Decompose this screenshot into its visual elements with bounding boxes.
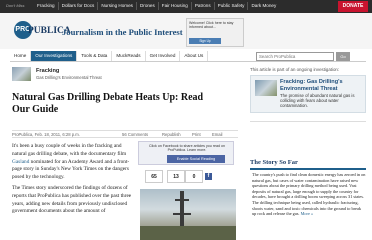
byline: ProPublica, Feb. 18, 2011, 6:28 p.m. — [12, 132, 80, 137]
treeline-shape — [140, 226, 236, 240]
dont-miss-label: Don't Miss — [6, 3, 25, 8]
top-bar: Don't Miss Fracking Dollars for Docs Nur… — [0, 0, 372, 13]
article-meta: ProPublica, Feb. 18, 2011, 6:28 p.m. 56 … — [12, 130, 238, 138]
tab-home[interactable]: Home — [10, 51, 32, 61]
tagline: Journalism in the Public Interest — [62, 27, 183, 37]
series-thumbnail — [12, 67, 31, 81]
comments-link[interactable]: 56 Comments — [122, 132, 148, 137]
share-count-3[interactable]: 0 — [185, 170, 203, 183]
story-so-far-heading: The Story So Far — [250, 159, 298, 166]
share-count-2[interactable]: 13 — [167, 170, 185, 183]
top-link-drones[interactable]: Drones — [135, 2, 158, 10]
tab-tools-data[interactable]: Tools & Data — [77, 51, 113, 61]
article-body: It's been a busy couple of weeks in the … — [12, 143, 134, 219]
tab-about-us[interactable]: About Us — [180, 51, 209, 61]
facebook-social-box: Click on Facebook to share articles you … — [138, 141, 234, 165]
story-more-link[interactable]: More » — [301, 211, 314, 216]
story-so-far-body: The country's push to find clean domesti… — [252, 172, 366, 217]
series-subtitle: Gas Drilling's Environmental Threat — [36, 75, 102, 80]
series-name[interactable]: Fracking — [36, 68, 59, 74]
facebook-box-text: Click on Facebook to share articles you … — [149, 144, 225, 153]
ad-text: Welcome! Click here to stay informed abo… — [189, 21, 234, 30]
gasland-link[interactable]: Gasland — [12, 159, 29, 165]
republish-link[interactable]: Republish — [162, 132, 181, 137]
tab-get-involved[interactable]: Get Involved — [146, 51, 181, 61]
series-promo-description: The promise of abundant natural gas is c… — [280, 93, 355, 109]
top-link-fracking[interactable]: Fracking — [34, 2, 58, 10]
facebook-icon[interactable]: f — [205, 173, 212, 180]
series-promo[interactable]: Fracking: Gas Drilling's Environmental T… — [250, 75, 366, 113]
paragraph-1-text-b: nominated for an Academy Award and a fro… — [12, 158, 130, 181]
article-headline: Natural Gas Drilling Debate Heats Up: Re… — [12, 92, 204, 115]
series-promo-thumbnail — [255, 80, 277, 96]
drilling-rig-crossbar-top — [175, 199, 189, 201]
investigation-header: This article is part of an ongoing inves… — [250, 67, 340, 72]
masthead: PRO PUBLICA Journalism in the Public Int… — [0, 13, 372, 49]
story-so-far-rule — [250, 168, 366, 170]
article-photo — [140, 189, 236, 240]
divider — [250, 121, 366, 122]
top-links: Fracking Dollars for Docs Nursing Homes … — [34, 2, 279, 10]
email-link[interactable]: Email — [212, 132, 222, 137]
series-promo-title[interactable]: Fracking: Gas Drilling's Environmental T… — [280, 79, 364, 92]
top-link-nursing-homes[interactable]: Nursing Homes — [97, 2, 136, 10]
drilling-rig-crossbar-bottom — [173, 213, 191, 215]
donate-button[interactable]: DONATE — [338, 1, 368, 12]
top-link-dollars-for-docs[interactable]: Dollars for Docs — [57, 2, 98, 10]
story-so-far-text: The country's push to find clean domesti… — [252, 172, 366, 217]
top-link-dark-money[interactable]: Dark Money — [247, 2, 279, 10]
propublica-logo[interactable]: PRO PUBLICA — [14, 21, 71, 42]
search-button[interactable]: Go — [336, 52, 350, 61]
tab-muckreads[interactable]: MuckReads — [112, 51, 146, 61]
top-link-fair-housing[interactable]: Fair Housing — [157, 2, 191, 10]
tab-our-investigations[interactable]: Our Investigations — [31, 51, 78, 61]
paragraph-1-text-a: It's been a busy couple of weeks in the … — [12, 143, 127, 157]
top-link-patrons[interactable]: Patrons — [190, 2, 214, 10]
share-counters: 65 13 0 f — [145, 170, 227, 186]
print-link[interactable]: Print — [192, 132, 201, 137]
share-count-1[interactable]: 65 — [145, 170, 163, 183]
paragraph-2: The Times story underscored the findings… — [12, 184, 132, 215]
enable-social-reading-button[interactable]: Enable Social Reading — [167, 155, 225, 163]
drilling-rig-shape — [180, 191, 184, 231]
ad-banner[interactable]: Welcome! Click here to stay informed abo… — [186, 18, 244, 47]
paragraph-1: It's been a busy couple of weeks in the … — [12, 143, 134, 182]
top-link-public-safety[interactable]: Public Safety — [213, 2, 248, 10]
ad-button[interactable]: Sign Up — [189, 38, 221, 44]
search-input[interactable] — [256, 52, 334, 61]
